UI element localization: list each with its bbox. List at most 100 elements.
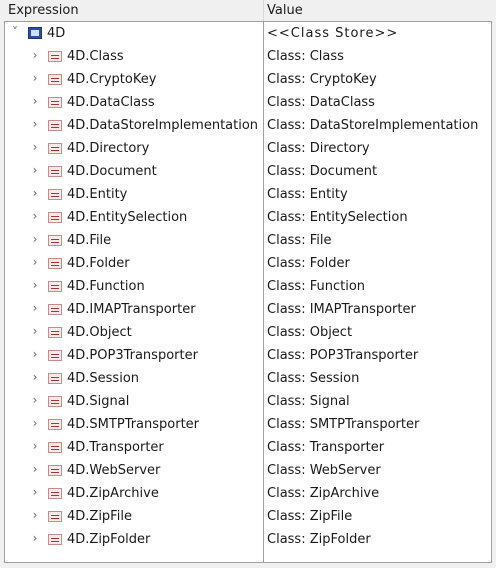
- chevron-right-icon[interactable]: ›: [29, 163, 41, 177]
- chevron-right-icon[interactable]: ›: [29, 439, 41, 453]
- tree-row-label: 4D.Entity: [67, 187, 128, 202]
- class-icon: [48, 373, 62, 384]
- tree-row-value: Class: Class: [267, 49, 344, 64]
- tree-row-label: 4D.Session: [67, 371, 140, 386]
- class-icon: [48, 281, 62, 292]
- class-icon: [48, 120, 62, 131]
- tree-row[interactable]: › 4D.CryptoKey Class: CryptoKey: [5, 69, 491, 92]
- tree-row[interactable]: › 4D.Folder Class: Folder: [5, 253, 491, 276]
- tree-row-label: 4D.ZipFolder: [67, 532, 151, 547]
- class-icon: [48, 534, 62, 545]
- tree-row[interactable]: › 4D.EntitySelection Class: EntitySelectio…: [5, 207, 491, 230]
- chevron-right-icon[interactable]: ›: [29, 48, 41, 62]
- chevron-right-icon[interactable]: ›: [29, 117, 41, 131]
- class-icon: [48, 419, 62, 430]
- tree-row[interactable]: › 4D.Function Class: Function: [5, 276, 491, 299]
- tree-row[interactable]: › 4D.File Class: File: [5, 230, 491, 253]
- tree-row-value: Class: ZipArchive: [267, 486, 380, 501]
- tree-row-value: Class: Session: [267, 371, 360, 386]
- chevron-right-icon[interactable]: ›: [29, 531, 41, 545]
- tree-row[interactable]: › 4D.Class Class: Class: [5, 46, 491, 69]
- class-icon: [48, 258, 62, 269]
- class-store-icon: [28, 27, 42, 39]
- tree-row[interactable]: › 4D.DataClass Class: DataClass: [5, 92, 491, 115]
- tree-row-label: 4D.ZipArchive: [67, 486, 159, 501]
- chevron-right-icon[interactable]: ›: [29, 508, 41, 522]
- tree-row-value: Class: IMAPTransporter: [267, 302, 416, 317]
- tree-row-value: Class: CryptoKey: [267, 72, 377, 87]
- tree-row-value: Class: POP3Transporter: [267, 348, 419, 363]
- chevron-right-icon[interactable]: ›: [29, 186, 41, 200]
- expression-column-header[interactable]: Expression: [8, 3, 79, 18]
- chevron-right-icon[interactable]: ›: [29, 301, 41, 315]
- tree-row[interactable]: › 4D.Signal Class: Signal: [5, 391, 491, 414]
- chevron-right-icon[interactable]: ›: [29, 140, 41, 154]
- tree-row-value: Class: Entity: [267, 187, 348, 202]
- tree-row[interactable]: › 4D.ZipArchive Class: ZipArchive: [5, 483, 491, 506]
- chevron-right-icon[interactable]: ›: [29, 416, 41, 430]
- class-icon: [48, 511, 62, 522]
- tree-row-value: Class: ZipFolder: [267, 532, 371, 547]
- tree-row[interactable]: › 4D.IMAPTransporter Class: IMAPTransporte…: [5, 299, 491, 322]
- tree-row[interactable]: › 4D.POP3Transporter Class: POP3Transporte…: [5, 345, 491, 368]
- tree-row-label: 4D.Function: [67, 279, 145, 294]
- tree-row-label: 4D.File: [67, 233, 112, 248]
- chevron-right-icon[interactable]: ›: [29, 370, 41, 384]
- class-icon: [48, 74, 62, 85]
- tree-row[interactable]: › 4D.Document Class: Document: [5, 161, 491, 184]
- tree-row-label: 4D.POP3Transporter: [67, 348, 198, 363]
- tree-row[interactable]: › 4D.WebServer Class: WebServer: [5, 460, 491, 483]
- tree-row-label: 4D.ZipFile: [67, 509, 132, 524]
- chevron-right-icon[interactable]: ›: [29, 255, 41, 269]
- tree-row-value: Class: Document: [267, 164, 378, 179]
- tree-row-value: Class: Folder: [267, 256, 350, 271]
- tree-row-value: Class: Signal: [267, 394, 350, 409]
- tree-row-label: 4D.DataClass: [67, 95, 155, 110]
- column-header: Expression Value: [0, 0, 496, 22]
- class-icon: [48, 488, 62, 499]
- value-column-header[interactable]: Value: [267, 3, 303, 18]
- chevron-right-icon[interactable]: ›: [29, 94, 41, 108]
- tree-row[interactable]: › 4D.DataStoreImplementation Class: DataSt…: [5, 115, 491, 138]
- tree-row[interactable]: › 4D.Entity Class: Entity: [5, 184, 491, 207]
- tree-row-value: Class: File: [267, 233, 332, 248]
- tree-row-value: Class: WebServer: [267, 463, 381, 478]
- tree-row-label: 4D.CryptoKey: [67, 72, 157, 87]
- tree-row-label: 4D.Transporter: [67, 440, 164, 455]
- chevron-down-icon[interactable]: ˅: [9, 25, 21, 39]
- tree-row-value: Class: DataStoreImplementation: [267, 118, 479, 133]
- tree-row[interactable]: › 4D.Session Class: Session: [5, 368, 491, 391]
- tree-row-label: 4D.EntitySelection: [67, 210, 188, 225]
- tree-row-value: Class: Function: [267, 279, 366, 294]
- class-icon: [48, 143, 62, 154]
- chevron-right-icon[interactable]: ›: [29, 485, 41, 499]
- chevron-right-icon[interactable]: ›: [29, 462, 41, 476]
- tree-row[interactable]: › 4D.ZipFile Class: ZipFile: [5, 506, 491, 529]
- tree-row[interactable]: › 4D.Directory Class: Directory: [5, 138, 491, 161]
- tree-row-value: Class: Directory: [267, 141, 370, 156]
- tree-row[interactable]: › 4D.Transporter Class: Transporter: [5, 437, 491, 460]
- tree-row-value: Class: Object: [267, 325, 353, 340]
- class-icon: [48, 327, 62, 338]
- chevron-right-icon[interactable]: ›: [29, 209, 41, 223]
- tree-row-label: 4D.DataStoreImplementation: [67, 118, 259, 133]
- class-icon: [48, 396, 62, 407]
- column-header-divider[interactable]: [263, 0, 264, 22]
- tree-row-root[interactable]: ˅ 4D <<Class Store>>: [5, 23, 491, 46]
- tree-row[interactable]: › 4D.ZipFolder Class: ZipFolder: [5, 529, 491, 552]
- tree-row[interactable]: › 4D.SMTPTransporter Class: SMTPTransporte…: [5, 414, 491, 437]
- class-icon: [48, 465, 62, 476]
- chevron-right-icon[interactable]: ›: [29, 324, 41, 338]
- chevron-right-icon[interactable]: ›: [29, 278, 41, 292]
- chevron-right-icon[interactable]: ›: [29, 347, 41, 361]
- tree-row[interactable]: › 4D.Object Class: Object: [5, 322, 491, 345]
- class-icon: [48, 166, 62, 177]
- tree-row-label: 4D.IMAPTransporter: [67, 302, 196, 317]
- chevron-right-icon[interactable]: ›: [29, 232, 41, 246]
- class-icon: [48, 235, 62, 246]
- tree-row-label: 4D.Document: [67, 164, 157, 179]
- chevron-right-icon[interactable]: ›: [29, 393, 41, 407]
- tree-row-label: 4D.Signal: [67, 394, 130, 409]
- chevron-right-icon[interactable]: ›: [29, 71, 41, 85]
- tree-row-value: <<Class Store>>: [267, 26, 399, 41]
